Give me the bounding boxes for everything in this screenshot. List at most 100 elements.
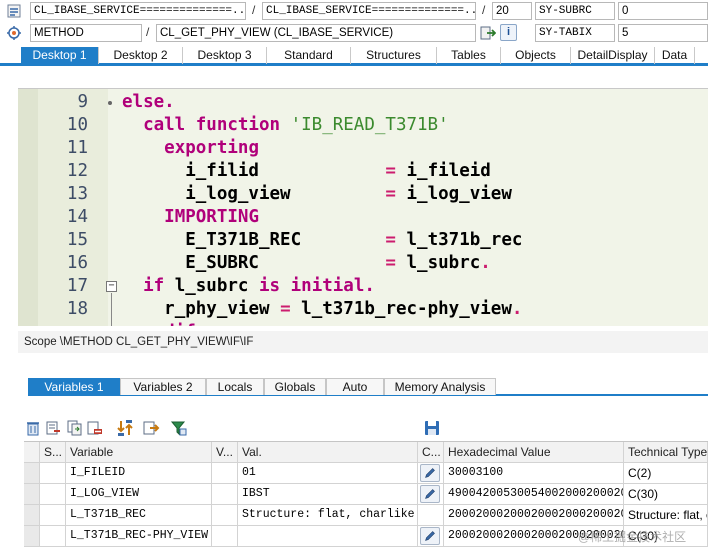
- column-header[interactable]: S...: [40, 442, 66, 463]
- column-header[interactable]: V...: [212, 442, 238, 463]
- pencil-icon[interactable]: [420, 527, 440, 545]
- tab-structures[interactable]: Structures: [351, 47, 437, 64]
- trash-icon[interactable]: [24, 419, 42, 437]
- tab-standard[interactable]: Standard: [267, 47, 351, 64]
- event-type-field[interactable]: METHOD: [30, 24, 142, 42]
- copy-icon[interactable]: [66, 419, 84, 437]
- change-value-cell: [418, 484, 444, 505]
- code-text: IMPORTING: [122, 206, 259, 229]
- sy-subrc-label: SY-SUBRC: [535, 2, 615, 20]
- column-header[interactable]: Technical Type: [624, 442, 708, 463]
- path-separator: /: [482, 3, 486, 17]
- column-header[interactable]: Val.: [238, 442, 418, 463]
- row-selector[interactable]: [24, 463, 40, 484]
- code-text: call function 'IB_READ_T371B': [122, 114, 449, 137]
- tab-variables-2[interactable]: Variables 2: [120, 378, 206, 395]
- tab-desktop-1[interactable]: Desktop 1: [21, 47, 99, 64]
- column-header[interactable]: C...: [418, 442, 444, 463]
- save-icon[interactable]: [423, 419, 441, 437]
- cell-tech: Structure: flat, charl: [624, 505, 708, 526]
- code-line[interactable]: 15 E_T371B_REC = l_t371b_rec: [18, 229, 708, 252]
- column-header[interactable]: Hexadecimal Value: [444, 442, 624, 463]
- navigate-icon[interactable]: [480, 25, 496, 41]
- row-selector[interactable]: [24, 505, 40, 526]
- export-icon[interactable]: [142, 419, 160, 437]
- tab-objects[interactable]: Objects: [501, 47, 571, 64]
- code-text: i_log_view = i_log_view: [122, 183, 512, 206]
- line-number: 13: [66, 184, 88, 204]
- code-text: i_filid = i_fileid: [122, 160, 491, 183]
- code-line[interactable]: 18 r_phy_view = l_t371b_rec-phy_view.: [18, 298, 708, 321]
- cell-val[interactable]: 01: [238, 463, 418, 484]
- change-value-cell: [418, 463, 444, 484]
- code-text: else.: [122, 91, 175, 114]
- method-icon: [7, 26, 21, 40]
- code-operator: .: [511, 299, 523, 319]
- code-text: E_T371B_REC = l_t371b_rec: [122, 229, 522, 252]
- column-header[interactable]: Variable: [66, 442, 212, 463]
- code-line[interactable]: 17 if l_subrc is initial. −: [18, 275, 708, 298]
- code-line[interactable]: 11 exporting: [18, 137, 708, 160]
- pencil-icon[interactable]: [420, 464, 440, 482]
- tab-locals[interactable]: Locals: [206, 378, 264, 395]
- code-operator: =: [385, 230, 396, 250]
- collapse-icon[interactable]: −: [106, 281, 117, 292]
- tab-globals[interactable]: Globals: [264, 378, 326, 395]
- code-line[interactable]: endif.: [18, 321, 708, 326]
- pencil-icon[interactable]: [420, 485, 440, 503]
- source-code-editor[interactable]: 9 else. 10 call function 'IB_READ_T371B' 11…: [18, 88, 708, 326]
- tab-data[interactable]: Data: [655, 47, 695, 64]
- cell-variable: L_T371B_REC: [66, 505, 212, 526]
- tab-variables-1[interactable]: Variables 1: [28, 378, 120, 395]
- tab-detaildisplay[interactable]: DetailDisplay: [571, 47, 655, 64]
- grid-header-row: S... Variable V... Val. C... Hexadecimal Valu…: [24, 442, 708, 463]
- tab-memory-analysis[interactable]: Memory Analysis: [384, 378, 496, 395]
- cell-val[interactable]: [238, 526, 418, 547]
- info-button[interactable]: i: [500, 24, 517, 41]
- grid-corner: [24, 442, 40, 463]
- filter-icon[interactable]: [170, 419, 188, 437]
- method-name-field[interactable]: CL_GET_PHY_VIEW (CL_IBASE_SERVICE): [156, 24, 476, 42]
- main-program-field[interactable]: CL_IBASE_SERVICE==============...: [30, 2, 246, 20]
- code-line[interactable]: 13 i_log_view = i_log_view: [18, 183, 708, 206]
- code-line[interactable]: 14 IMPORTING: [18, 206, 708, 229]
- code-line[interactable]: 9 else.: [18, 91, 708, 114]
- line-number: 16: [66, 253, 88, 273]
- cell-val[interactable]: IBST: [238, 484, 418, 505]
- status-cell: [40, 526, 66, 547]
- swap-icon[interactable]: [116, 419, 134, 437]
- status-cell: [40, 505, 66, 526]
- code-line[interactable]: 12 i_filid = i_fileid: [18, 160, 708, 183]
- tab-desktop-2[interactable]: Desktop 2: [99, 47, 183, 64]
- code-text: if l_subrc is initial.: [122, 275, 375, 298]
- tab-auto[interactable]: Auto: [326, 378, 384, 395]
- line-number-field[interactable]: 20: [492, 2, 532, 20]
- code-line[interactable]: 16 E_SUBRC = l_subrc.: [18, 252, 708, 275]
- code-line[interactable]: 10 call function 'IB_READ_T371B': [18, 114, 708, 137]
- row-selector[interactable]: [24, 526, 40, 547]
- delete-row-icon[interactable]: [44, 419, 62, 437]
- table-row[interactable]: I_LOG_VIEW IBST 49004200530054002000200020…: [24, 484, 708, 505]
- code-identifier: l_subrc: [174, 276, 249, 296]
- tab-tables[interactable]: Tables: [437, 47, 501, 64]
- sy-tabix-label: SY-TABIX: [535, 24, 615, 42]
- cell-val[interactable]: Structure: flat, charlike: [238, 505, 418, 526]
- delete-icon[interactable]: [86, 419, 104, 437]
- row-selector[interactable]: [24, 484, 40, 505]
- table-row[interactable]: L_T371B_REC Structure: flat, charlike 2000…: [24, 505, 708, 526]
- tab-desktop-3[interactable]: Desktop 3: [183, 47, 267, 64]
- code-identifier: i_filid: [185, 161, 259, 181]
- include-field[interactable]: CL_IBASE_SERVICE==============...: [262, 2, 476, 20]
- table-row[interactable]: I_FILEID 01 30003100 C(2): [24, 463, 708, 484]
